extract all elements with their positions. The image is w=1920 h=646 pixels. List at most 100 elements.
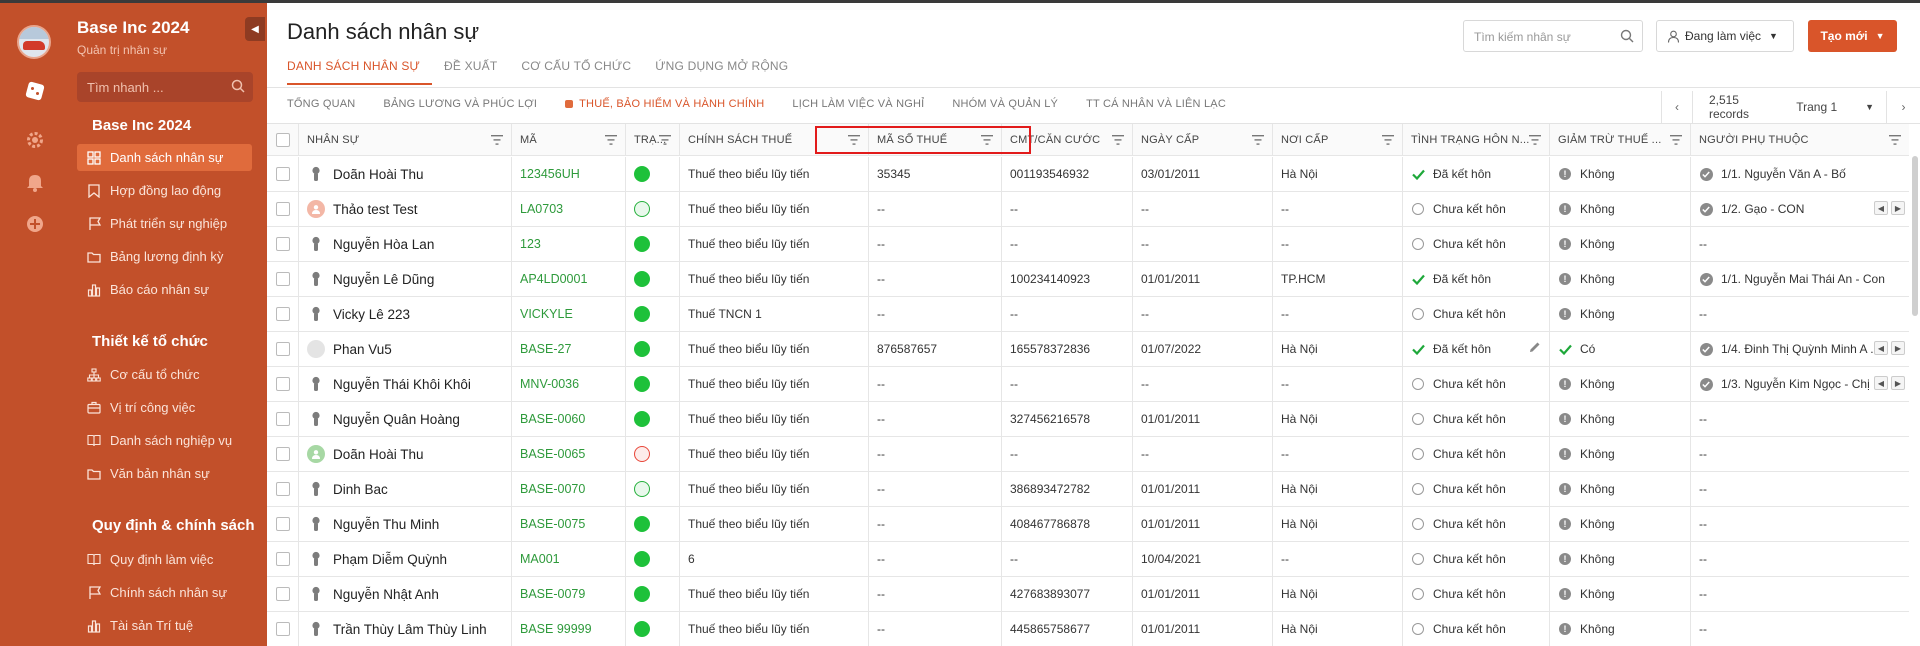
cell-id-card[interactable]: 427683893077 bbox=[1002, 577, 1133, 611]
cell-tax-policy[interactable]: Thuế theo biểu lũy tiến bbox=[680, 367, 869, 401]
cell-tax-code[interactable]: -- bbox=[869, 577, 1002, 611]
sidebar-item-intellectual-property[interactable]: Tài sản Trí tuệ bbox=[77, 612, 252, 639]
cell-employee[interactable]: Phan Vu5 bbox=[299, 332, 512, 366]
cell-tax-deduction[interactable]: ! Không bbox=[1550, 542, 1691, 576]
cell-tax-code[interactable]: -- bbox=[869, 507, 1002, 541]
sidebar-item-work-rules[interactable]: Quy định làm việc bbox=[77, 546, 252, 573]
cell-issue-date[interactable]: 03/01/2011 bbox=[1133, 157, 1273, 191]
cell-employee[interactable]: Nguyễn Thu Minh bbox=[299, 507, 512, 541]
cell-marital-status[interactable]: Chưa kết hôn bbox=[1403, 577, 1550, 611]
cell-issue-date[interactable]: 01/01/2011 bbox=[1133, 507, 1273, 541]
sidebar-item-payroll[interactable]: Bảng lương định kỳ bbox=[77, 243, 252, 270]
cell-code[interactable]: BASE 99999 bbox=[512, 612, 626, 646]
cell-tax-code[interactable]: -- bbox=[869, 402, 1002, 436]
cell-issue-place[interactable]: Hà Nội bbox=[1273, 612, 1403, 646]
cell-dependents[interactable]: -- bbox=[1691, 577, 1909, 611]
quick-search-input[interactable]: Tìm nhanh ... bbox=[77, 72, 253, 102]
cell-issue-date[interactable]: 01/01/2011 bbox=[1133, 472, 1273, 506]
table-row[interactable]: Nguyễn Thu Minh BASE-0075 Thuế theo biểu l… bbox=[267, 507, 1909, 542]
cell-dependents[interactable]: -- bbox=[1691, 612, 1909, 646]
sidebar-item-career[interactable]: Phát triển sự nghiệp bbox=[77, 210, 252, 237]
add-circle-icon[interactable] bbox=[22, 211, 48, 237]
cell-tax-policy[interactable]: Thuế theo biểu lũy tiến bbox=[680, 577, 869, 611]
row-checkbox[interactable] bbox=[275, 517, 290, 531]
cell-tax-code[interactable]: -- bbox=[869, 542, 1002, 576]
cell-tax-policy[interactable]: Thuế theo biểu lũy tiến bbox=[680, 402, 869, 436]
gear-icon[interactable] bbox=[22, 127, 48, 153]
cell-issue-place[interactable]: -- bbox=[1273, 437, 1403, 471]
next-dependent-button[interactable]: ▶ bbox=[1891, 341, 1905, 355]
cell-tax-policy[interactable]: Thuế theo biểu lũy tiến bbox=[680, 157, 869, 191]
filter-icon[interactable] bbox=[981, 135, 993, 148]
column-header-marital-status[interactable]: TÌNH TRẠNG HÔN N... bbox=[1403, 124, 1550, 155]
cell-dependents[interactable]: -- bbox=[1691, 402, 1909, 436]
column-header-code[interactable]: MÃ bbox=[512, 124, 626, 155]
table-row[interactable]: Phan Vu5 BASE-27 Thuế theo biểu lũy tiến 87… bbox=[267, 332, 1909, 367]
table-row[interactable]: Doãn Hoài Thu BASE-0065 Thuế theo biểu lũy… bbox=[267, 437, 1909, 472]
column-header-tax-policy[interactable]: CHÍNH SÁCH THUẾ bbox=[680, 124, 869, 155]
cell-issue-place[interactable]: Hà Nội bbox=[1273, 507, 1403, 541]
sidebar-item-hr-documents[interactable]: Văn bản nhân sự bbox=[77, 460, 252, 487]
sidebar-item-employee-list[interactable]: Danh sách nhân sự bbox=[77, 144, 252, 171]
cell-issue-place[interactable]: Hà Nội bbox=[1273, 577, 1403, 611]
cell-tax-code[interactable]: -- bbox=[869, 612, 1002, 646]
cell-id-card[interactable]: -- bbox=[1002, 437, 1133, 471]
subtab-tax-insurance[interactable]: THUẾ, BẢO HIỂM VÀ HÀNH CHÍNH bbox=[565, 98, 764, 110]
cell-tax-deduction[interactable]: ! Không bbox=[1550, 157, 1691, 191]
cell-issue-date[interactable]: -- bbox=[1133, 367, 1273, 401]
cell-code[interactable]: AP4LD0001 bbox=[512, 262, 626, 296]
cell-tax-policy[interactable]: Thuế theo biểu lũy tiến bbox=[680, 192, 869, 226]
cell-id-card[interactable]: 100234140923 bbox=[1002, 262, 1133, 296]
cell-tax-deduction[interactable]: ! Không bbox=[1550, 612, 1691, 646]
cell-employee[interactable]: Doãn Hoài Thu bbox=[299, 157, 512, 191]
cell-employee[interactable]: Nguyễn Nhật Anh bbox=[299, 577, 512, 611]
column-header-id-card[interactable]: CMT/CĂN CƯỚC bbox=[1002, 124, 1133, 155]
cell-tax-deduction[interactable]: ! Không bbox=[1550, 192, 1691, 226]
cell-tax-policy[interactable]: 6 bbox=[680, 542, 869, 576]
cell-issue-place[interactable]: -- bbox=[1273, 297, 1403, 331]
subtab-schedule-leave[interactable]: LỊCH LÀM VIỆC VÀ NGHỈ bbox=[792, 98, 924, 110]
cell-id-card[interactable]: 165578372836 bbox=[1002, 332, 1133, 366]
row-checkbox[interactable] bbox=[275, 552, 290, 566]
cell-code[interactable]: VICKYLE bbox=[512, 297, 626, 331]
prev-dependent-button[interactable]: ◀ bbox=[1874, 341, 1888, 355]
cell-code[interactable]: BASE-0070 bbox=[512, 472, 626, 506]
cell-id-card[interactable]: 445865758677 bbox=[1002, 612, 1133, 646]
filter-icon[interactable] bbox=[1670, 135, 1682, 148]
cell-id-card[interactable]: -- bbox=[1002, 297, 1133, 331]
table-row[interactable]: Nguyễn Thái Khôi Khôi MNV-0036 Thuế theo b… bbox=[267, 367, 1909, 402]
cell-dependents[interactable]: -- bbox=[1691, 227, 1909, 261]
cell-id-card[interactable]: -- bbox=[1002, 542, 1133, 576]
cell-dependents[interactable]: 1/4. Đinh Thị Quỳnh Minh A ... ◀ ▶ bbox=[1691, 332, 1909, 366]
filter-icon[interactable] bbox=[491, 135, 503, 148]
cell-id-card[interactable]: -- bbox=[1002, 367, 1133, 401]
cell-employee[interactable]: Nguyễn Thái Khôi Khôi bbox=[299, 367, 512, 401]
tab-org-structure[interactable]: CƠ CẤU TỔ CHỨC bbox=[521, 59, 643, 85]
prev-page-button[interactable]: ‹ bbox=[1661, 91, 1693, 123]
cell-code[interactable]: BASE-0060 bbox=[512, 402, 626, 436]
prev-dependent-button[interactable]: ◀ bbox=[1874, 201, 1888, 215]
filter-icon[interactable] bbox=[659, 135, 671, 148]
sidebar-item-reports[interactable]: Báo cáo nhân sự bbox=[77, 276, 252, 303]
cell-issue-date[interactable]: -- bbox=[1133, 192, 1273, 226]
cell-tax-policy[interactable]: Thuế theo biểu lũy tiến bbox=[680, 227, 869, 261]
sidebar-item-job-positions[interactable]: Vị trí công việc bbox=[77, 394, 252, 421]
column-header-status[interactable]: TRẠ... bbox=[626, 124, 680, 155]
cell-tax-deduction[interactable]: Có bbox=[1550, 332, 1691, 366]
cell-tax-deduction[interactable]: ! Không bbox=[1550, 402, 1691, 436]
row-checkbox[interactable] bbox=[275, 342, 290, 356]
cell-issue-place[interactable]: -- bbox=[1273, 367, 1403, 401]
cell-tax-code[interactable]: -- bbox=[869, 367, 1002, 401]
tab-employee-list[interactable]: DANH SÁCH NHÂN SỰ bbox=[287, 59, 432, 85]
table-row[interactable]: Phạm Diễm Quỳnh MA001 6 -- -- 10/04/2021 -- Chư… bbox=[267, 542, 1909, 577]
column-header-issue-date[interactable]: NGÀY CẤP bbox=[1133, 124, 1273, 155]
row-checkbox[interactable] bbox=[275, 412, 290, 426]
cell-tax-code[interactable]: -- bbox=[869, 472, 1002, 506]
cell-dependents[interactable]: -- bbox=[1691, 472, 1909, 506]
table-row[interactable]: Nguyễn Hòa Lan 123 Thuế theo biểu lũy tiến… bbox=[267, 227, 1909, 262]
row-checkbox[interactable] bbox=[275, 237, 290, 251]
page-select[interactable]: Trang 1 ▼ bbox=[1796, 100, 1886, 114]
cell-dependents[interactable]: 1/1. Nguyễn Văn A - Bố bbox=[1691, 157, 1909, 191]
filter-icon[interactable] bbox=[1382, 135, 1394, 148]
cell-employee[interactable]: Doãn Hoài Thu bbox=[299, 437, 512, 471]
